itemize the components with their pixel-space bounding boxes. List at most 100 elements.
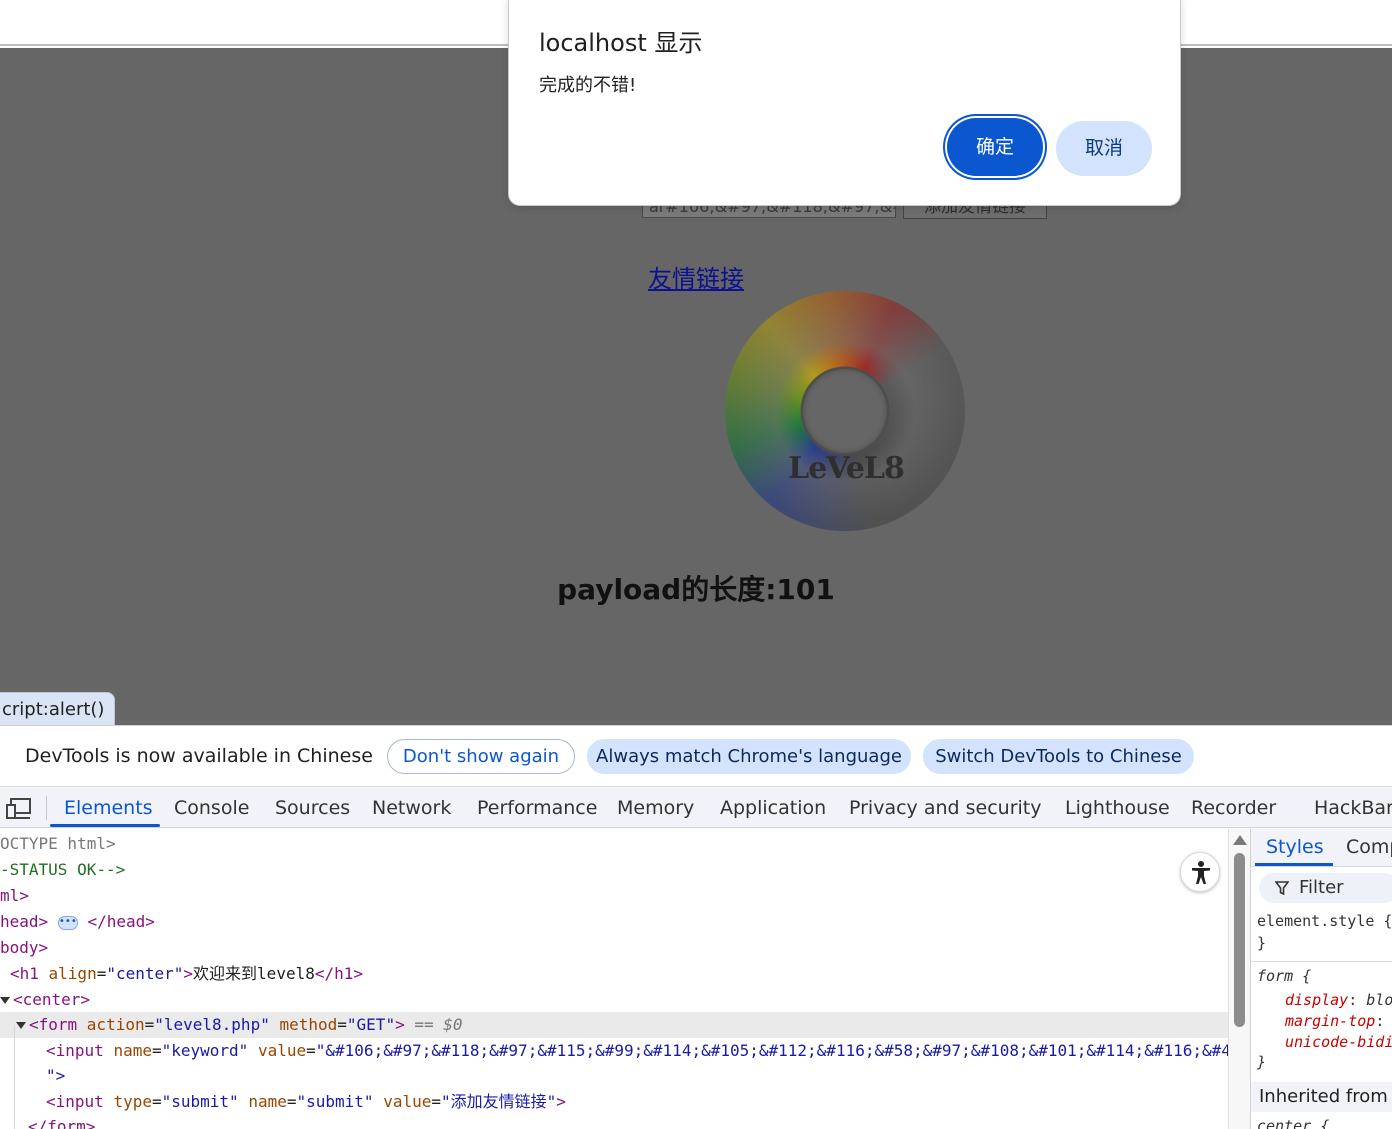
active-tab-indicator: [50, 824, 160, 827]
filter-icon: [1275, 881, 1289, 895]
tab-memory[interactable]: Memory: [617, 797, 694, 819]
dom-input-keyword[interactable]: <input name="keyword" value="&#106;&#97;…: [46, 1038, 1228, 1064]
cancel-button[interactable]: 取消: [1056, 121, 1152, 176]
tab-privacy-security[interactable]: Privacy and security: [849, 797, 1041, 819]
form-rule-selector[interactable]: form {: [1257, 967, 1311, 985]
h1-close: </h1>: [314, 964, 364, 983]
form-action-val: "level8.php": [154, 1015, 270, 1034]
input-type-attr: type: [113, 1092, 152, 1111]
head-open-tag: head>: [0, 912, 49, 931]
cd-hole: [803, 369, 887, 453]
accessibility-tree-button[interactable]: [1180, 852, 1220, 892]
input-tag: <input: [46, 1041, 114, 1060]
switch-to-chinese-button[interactable]: Switch DevTools to Chinese: [923, 739, 1194, 774]
dom-html[interactable]: ml>: [0, 883, 29, 909]
element-style-rule[interactable]: element.style {: [1257, 912, 1392, 930]
devtools-tab-bar: Elements Console Sources Network Perform…: [0, 786, 1392, 828]
input-name-attr: name: [248, 1092, 287, 1111]
input-tag: <input: [46, 1092, 114, 1111]
dom-input-submit[interactable]: <input type="submit" name="submit" value…: [46, 1089, 566, 1115]
dom-form-close[interactable]: </form>: [28, 1114, 95, 1129]
form-method-attr: method: [279, 1015, 338, 1034]
dialog-message: 完成的不错!: [539, 75, 637, 96]
form-action-attr: action: [86, 1015, 145, 1034]
alert-dialog: localhost 显示 完成的不错! 确定 取消: [508, 0, 1181, 206]
dont-show-again-button[interactable]: Don't show again: [387, 739, 575, 774]
devtools-language-infobar: DevTools is now available in Chinese Don…: [0, 725, 1392, 786]
rule-close-brace: }: [1257, 934, 1267, 952]
input-type-val: "submit": [161, 1092, 239, 1111]
styles-filter-input[interactable]: Filter: [1259, 873, 1392, 903]
inherited-from-header: Inherited from c: [1251, 1082, 1392, 1112]
styles-tab-bar: Styles Comp: [1251, 829, 1392, 867]
payload-length-heading: payload的长度:101: [557, 573, 835, 606]
tab-elements[interactable]: Elements: [64, 797, 153, 819]
form-rule-margin-top[interactable]: margin-top:: [1285, 1012, 1384, 1030]
rule-divider: [1251, 961, 1392, 962]
input-value-attr: value: [383, 1092, 432, 1111]
head-close-tag: </head>: [87, 912, 155, 931]
selected-node-marker: == $0: [414, 1015, 463, 1034]
tab-network[interactable]: Network: [372, 797, 451, 819]
expand-triangle-icon[interactable]: [16, 1022, 26, 1029]
tab-performance[interactable]: Performance: [477, 797, 597, 819]
elements-dom-tree: OCTYPE html> -STATUS OK--> ml> head> •••…: [0, 829, 1228, 1129]
h1-text: 欢迎来到level8: [193, 964, 315, 983]
dom-center[interactable]: <center>: [0, 987, 90, 1013]
dom-head[interactable]: head> ••• </head>: [0, 909, 155, 935]
prop-margin-top: margin-top: [1285, 1012, 1376, 1030]
always-match-language-button[interactable]: Always match Chrome's language: [587, 739, 911, 774]
elements-scrollbar[interactable]: [1228, 829, 1250, 1129]
tab-separator: [46, 796, 47, 820]
h1-attr: align: [48, 964, 97, 983]
accessibility-icon: [1192, 861, 1210, 884]
h1-tag: <h1: [10, 964, 49, 983]
tab-application[interactable]: Application: [720, 797, 826, 819]
styles-tab-indicator: [1255, 863, 1333, 866]
tab-lighthouse[interactable]: Lighthouse: [1065, 797, 1170, 819]
scroll-thumb[interactable]: [1234, 853, 1245, 1027]
input-name-val: "submit": [296, 1092, 374, 1111]
dom-body[interactable]: body>: [0, 935, 48, 961]
form-rule-close-brace: }: [1257, 1053, 1267, 1071]
dom-doctype[interactable]: OCTYPE html>: [0, 831, 116, 857]
form-rule-unicode-bidi[interactable]: unicode-bidi: [1285, 1033, 1392, 1051]
tab-recorder[interactable]: Recorder: [1191, 797, 1276, 819]
friend-link[interactable]: 友情链接: [0, 259, 1392, 294]
dom-comment[interactable]: -STATUS OK-->: [0, 857, 125, 883]
form-rule-display[interactable]: display: blo: [1285, 991, 1392, 1009]
dom-h1[interactable]: <h1 align="center">欢迎来到level8</h1>: [10, 961, 363, 987]
filter-placeholder: Filter: [1299, 877, 1344, 898]
ellipsis-icon[interactable]: •••: [57, 915, 78, 930]
form-tag: <form: [29, 1015, 87, 1034]
input-value-val: "添加友情链接": [441, 1092, 557, 1111]
tab-styles[interactable]: Styles: [1266, 836, 1324, 858]
center-rule-selector[interactable]: center {: [1257, 1117, 1329, 1129]
styles-pane: Styles Comp Filter element.style { } for…: [1250, 829, 1392, 1129]
prop-unicode-bidi: unicode-bidi: [1285, 1033, 1392, 1051]
device-toolbar-icon[interactable]: [6, 797, 32, 819]
tab-computed[interactable]: Comp: [1346, 836, 1392, 858]
infobar-message: DevTools is now available in Chinese: [25, 745, 373, 767]
tab-hackbar[interactable]: HackBar: [1314, 797, 1392, 819]
indent-guide: [14, 1025, 15, 1129]
input-name-val: "keyword": [161, 1041, 249, 1060]
scroll-up-arrow-icon[interactable]: [1233, 835, 1247, 845]
prop-display: display: [1285, 991, 1349, 1009]
val-display: blo: [1366, 991, 1392, 1009]
dom-form-selected[interactable]: <form action="level8.php" method="GET"> …: [16, 1012, 463, 1038]
center-tag: <center>: [13, 990, 91, 1009]
input-value-val: "&#106;&#97;&#118;&#97;&#115;&#99;&#114;…: [315, 1041, 1228, 1060]
expand-triangle-icon[interactable]: [0, 997, 10, 1004]
level8-cd-image: LeVeL8: [725, 291, 965, 531]
h1-val: "center": [106, 964, 184, 983]
tab-sources[interactable]: Sources: [275, 797, 350, 819]
status-bar-url: cript:alert(): [0, 692, 116, 726]
ok-button[interactable]: 确定: [947, 118, 1043, 176]
cd-logo-text: LeVeL8: [788, 451, 905, 486]
form-method-val: "GET": [346, 1015, 396, 1034]
dom-input-keyword-cont: ">: [46, 1066, 66, 1085]
input-name-attr: name: [113, 1041, 152, 1060]
tab-console[interactable]: Console: [174, 797, 249, 819]
dialog-title: localhost 显示: [539, 29, 703, 57]
